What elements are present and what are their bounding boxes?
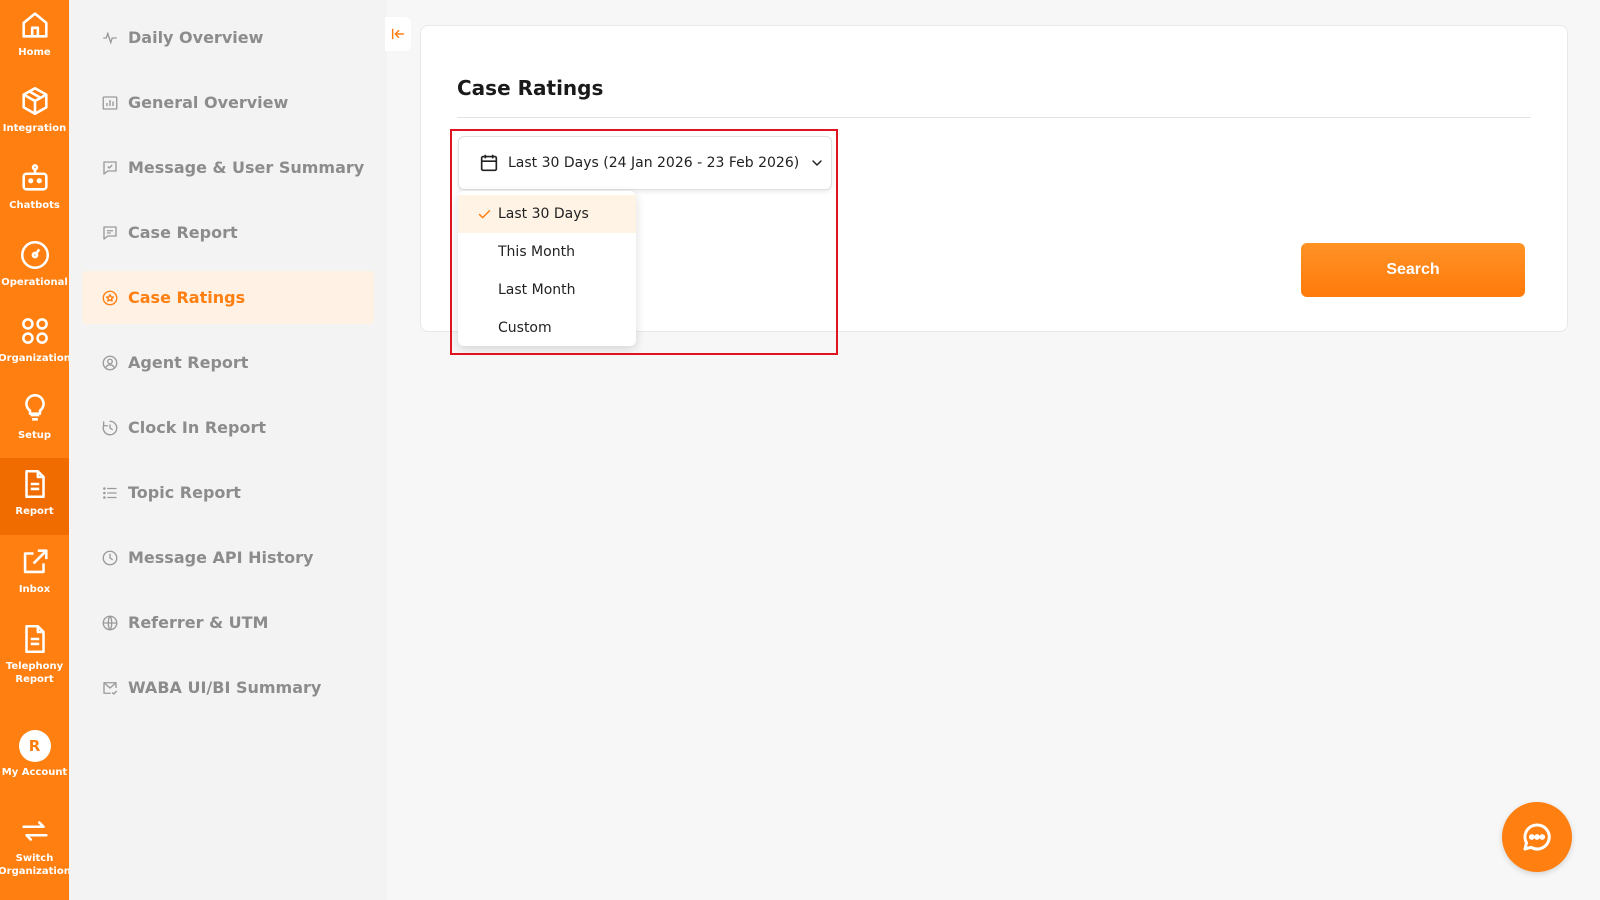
sidebar-item-agent-report[interactable]: Agent Report [82,336,374,389]
bar-chart-icon [100,93,120,113]
message-lines-icon [100,223,120,243]
sidebar-item-label: Agent Report [128,353,249,372]
collapse-left-icon [391,28,405,40]
rail-label: Inbox [18,584,51,595]
rail-item-organization[interactable]: Organization [0,314,71,378]
option-last-30-days[interactable]: Last 30 Days [458,195,636,233]
sidebar-item-label: Referrer & UTM [128,613,269,632]
sidebar-item-daily-overview[interactable]: Daily Overview [82,11,374,64]
avatar: R [18,730,51,762]
collapse-sidebar-button[interactable] [385,17,411,51]
clock-arrow-icon [100,418,120,438]
app-rail: Home Integration Chatbots Operational Or… [0,0,71,900]
grid-circles-icon [21,318,48,344]
case-ratings-card: Case Ratings Last 30 Days (24 Jan 2026 -… [420,25,1568,346]
clock-icon [100,548,120,568]
gauge-icon [20,240,49,270]
sidebar-item-label: Message & User Summary [128,158,365,177]
rail-item-operational[interactable]: Operational [0,238,69,302]
sidebar-item-message-api-history[interactable]: Message API History [82,531,374,584]
rail-label: Integration [2,123,67,134]
rail-label: Operational [1,277,68,288]
rail-label: Chatbots [9,200,60,211]
report-sidebar: Daily Overview General Overview Message … [69,0,387,900]
sidebar-item-label: Topic Report [128,483,241,502]
rail-item-report[interactable]: Report [0,458,69,535]
rail-label: Report [15,506,54,517]
mail-check-icon [100,678,120,698]
chat-widget-button[interactable] [1502,802,1572,872]
document-icon [24,469,45,499]
message-check-icon [100,158,120,178]
rail-item-telephony-report[interactable]: Telephony Report [0,622,69,700]
date-range-value: Last 30 Days (24 Jan 2026 - 23 Feb 2026) [508,155,800,171]
rail-label: Home [18,47,51,58]
sidebar-item-waba-summary[interactable]: WABA UI/BI Summary [82,661,374,714]
robot-icon [21,164,48,191]
divider [457,117,1531,118]
chat-bubble-icon [1523,823,1551,851]
rail-label: My Account [1,767,68,778]
sidebar-item-case-report[interactable]: Case Report [82,206,374,259]
sidebar-item-label: Clock In Report [128,418,266,437]
sidebar-item-label: WABA UI/BI Summary [128,678,322,697]
date-range-select[interactable]: Last 30 Days (24 Jan 2026 - 23 Feb 2026) [458,136,832,190]
external-link-icon [23,549,48,574]
rail-item-inbox[interactable]: Inbox [0,545,69,609]
star-circle-icon [100,288,120,308]
option-label: Last 30 Days [498,206,589,222]
rail-item-my-account[interactable]: R My Account [0,730,69,794]
chevron-down-icon [812,160,822,166]
sidebar-item-label: Case Report [128,223,238,242]
option-custom[interactable]: Custom [458,309,636,347]
home-icon [21,12,48,38]
sidebar-item-referrer-utm[interactable]: Referrer & UTM [82,596,374,649]
cube-icon [21,86,48,116]
option-label: Custom [498,320,552,336]
rail-item-chatbots[interactable]: Chatbots [0,161,69,225]
calendar-icon [480,154,498,172]
sidebar-item-case-ratings[interactable]: Case Ratings [82,271,374,324]
search-button[interactable]: Search [1301,243,1525,297]
rail-label: Switch Organization [0,853,71,877]
document-icon [24,624,45,654]
rail-item-home[interactable]: Home [0,8,69,72]
sidebar-item-label: General Overview [128,93,289,112]
rail-label: Setup [17,430,52,441]
sidebar-item-general-overview[interactable]: General Overview [82,76,374,129]
switch-arrows-icon [21,821,48,841]
sidebar-item-clock-in-report[interactable]: Clock In Report [82,401,374,454]
rail-label: Organization [0,353,71,364]
option-this-month[interactable]: This Month [458,233,636,271]
option-label: Last Month [498,282,576,298]
page-title: Case Ratings [457,76,604,100]
pulse-icon [100,28,120,48]
check-icon [478,210,491,219]
sidebar-item-topic-report[interactable]: Topic Report [82,466,374,519]
sidebar-item-label: Message API History [128,548,314,567]
rail-item-setup[interactable]: Setup [0,391,69,455]
sidebar-item-label: Case Ratings [128,288,246,307]
rail-item-switch-organization[interactable]: Switch Organization [0,814,71,894]
user-circle-icon [100,353,120,373]
sidebar-item-label: Daily Overview [128,28,264,47]
globe-icon [100,613,120,633]
sidebar-item-message-user-summary[interactable]: Message & User Summary [82,141,374,194]
option-label: This Month [498,244,575,260]
rail-label: Telephony Report [5,661,64,685]
list-icon [100,483,120,503]
lightbulb-icon [24,393,45,421]
date-range-dropdown: Last 30 Days This Month Last Month Custo… [458,191,636,346]
rail-item-integration[interactable]: Integration [0,84,69,148]
option-last-month[interactable]: Last Month [458,271,636,309]
